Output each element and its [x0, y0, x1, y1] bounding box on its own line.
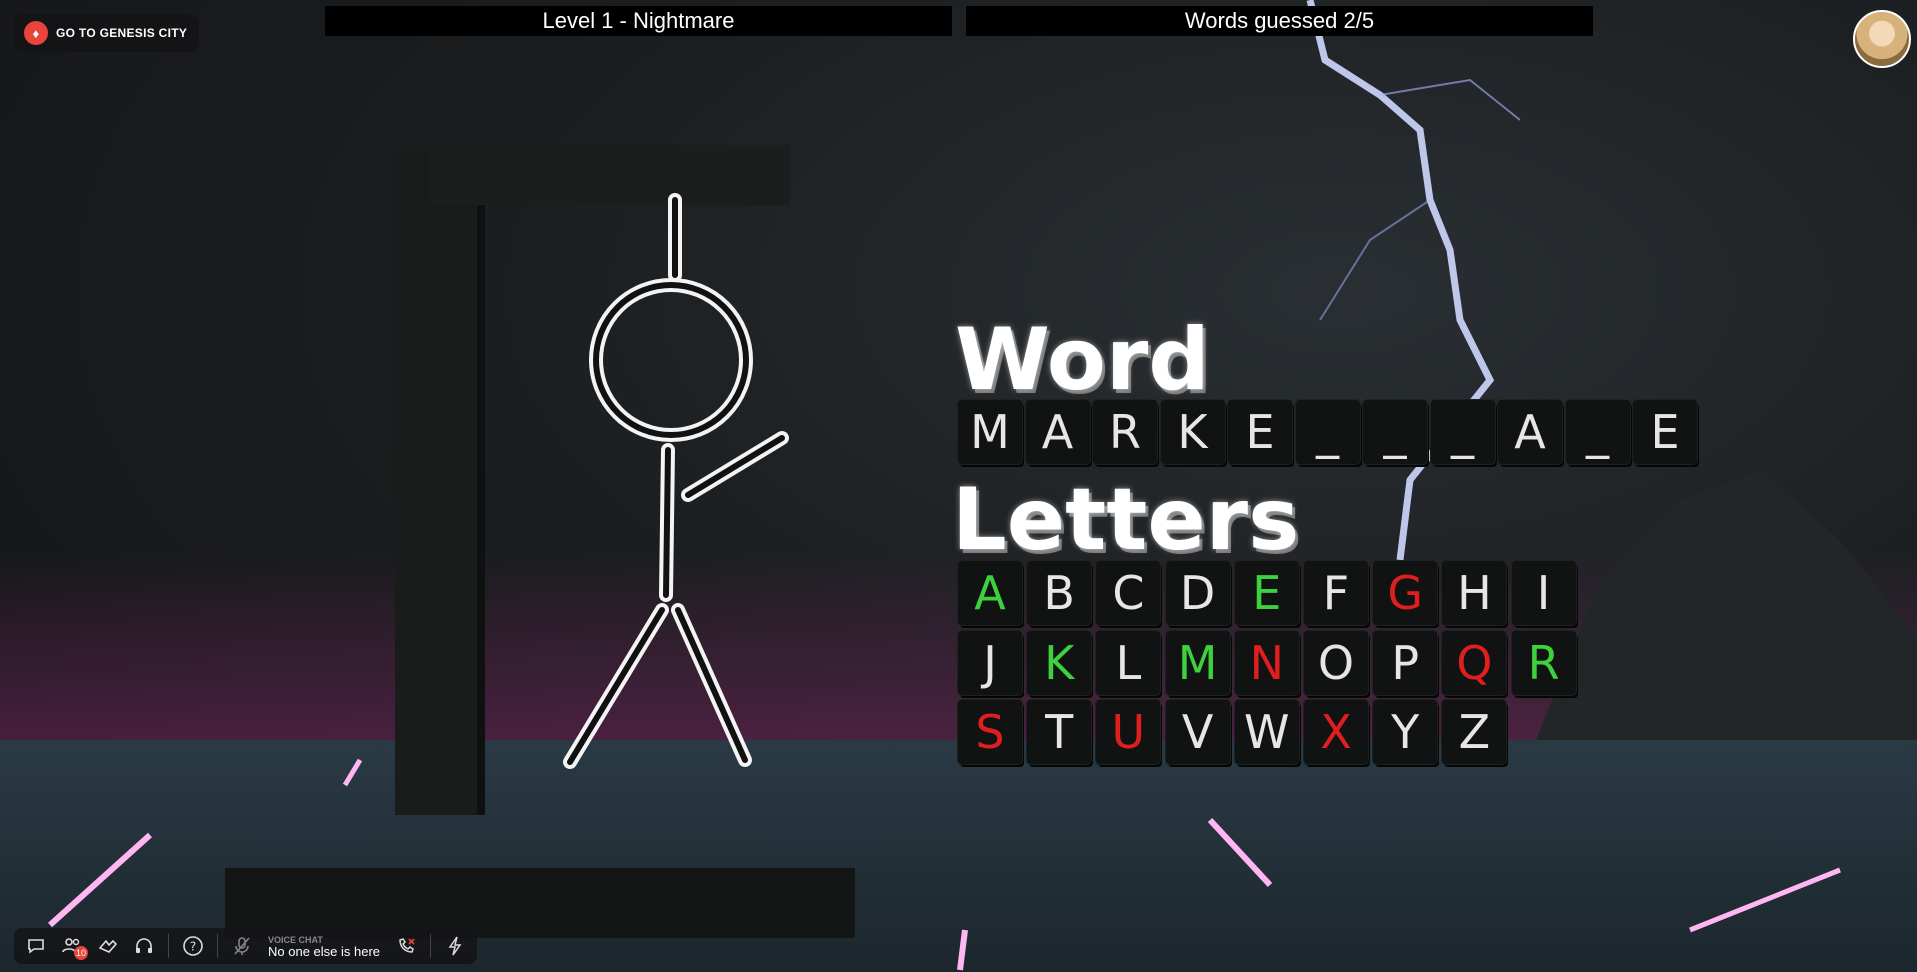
word-slot: _	[1565, 400, 1630, 464]
help-icon: ?	[183, 936, 203, 956]
word-slot: R	[1093, 400, 1157, 464]
letter-key-q[interactable]: Q	[1442, 631, 1507, 695]
toolbar-divider	[217, 934, 218, 958]
word-slot: _	[1363, 400, 1427, 464]
go-to-genesis-city-label: GO TO GENESIS CITY	[56, 26, 188, 40]
letter-key-f[interactable]: F	[1304, 561, 1368, 625]
letter-key-a[interactable]: A	[958, 561, 1022, 625]
word-heading: Word	[955, 310, 1210, 410]
lightning-icon	[448, 936, 462, 956]
friends-badge: 10	[74, 946, 88, 960]
letter-key-v[interactable]: V	[1165, 700, 1230, 764]
toolbar-divider	[430, 934, 432, 958]
user-avatar[interactable]	[1853, 10, 1911, 68]
end-call-button[interactable]	[390, 930, 422, 962]
letter-key-g[interactable]: G	[1373, 561, 1438, 625]
letter-key-l[interactable]: L	[1096, 631, 1161, 695]
microphone-button[interactable]	[226, 930, 258, 962]
letter-key-d[interactable]: D	[1165, 561, 1230, 625]
letter-key-w[interactable]: W	[1234, 700, 1299, 764]
letter-key-b[interactable]: B	[1027, 561, 1092, 625]
letter-key-n[interactable]: N	[1234, 631, 1299, 695]
word-slot: _	[1295, 400, 1360, 464]
letter-key-z[interactable]: Z	[1442, 700, 1507, 764]
letter-key-o[interactable]: O	[1304, 631, 1368, 695]
go-to-genesis-city-button[interactable]: ♦ GO TO GENESIS CITY	[14, 14, 200, 52]
hangman-figure	[563, 193, 789, 769]
letter-key-u[interactable]: U	[1096, 700, 1161, 764]
letter-key-r[interactable]: R	[1511, 631, 1576, 695]
emote-icon	[98, 939, 118, 953]
word-slot: K	[1160, 400, 1225, 464]
word-slot: E	[1228, 400, 1292, 464]
words-guessed-indicator: Words guessed 2/5	[966, 6, 1593, 36]
help-button[interactable]: ?	[177, 930, 209, 962]
gallows-post	[395, 150, 485, 815]
toolbar-divider	[168, 934, 169, 958]
word-slot: A	[1498, 400, 1562, 464]
friends-button[interactable]: 10	[56, 930, 88, 962]
chat-icon	[28, 939, 44, 954]
voice-chat-status: VOICE CHAT No one else is here	[268, 934, 380, 958]
emote-button[interactable]	[92, 930, 124, 962]
mic-off-icon	[234, 937, 250, 955]
level-indicator: Level 1 - Nightmare	[325, 6, 952, 36]
svg-text:?: ?	[190, 940, 196, 954]
letter-key-t[interactable]: T	[1027, 700, 1092, 764]
word-slot: M	[958, 400, 1022, 464]
genesis-city-icon: ♦	[24, 21, 48, 45]
audio-button[interactable]	[128, 930, 160, 962]
bottom-toolbar: 10 ? VOICE CHAT No one else is here	[14, 928, 478, 964]
letter-key-i[interactable]: I	[1511, 561, 1576, 625]
letter-key-c[interactable]: C	[1096, 561, 1161, 625]
headphones-icon	[136, 938, 152, 953]
quick-actions-button[interactable]	[439, 930, 471, 962]
letter-key-x[interactable]: X	[1304, 700, 1368, 764]
letter-key-e[interactable]: E	[1234, 561, 1299, 625]
word-slot: _	[1430, 400, 1495, 464]
letter-key-p[interactable]: P	[1373, 631, 1438, 695]
letter-key-s[interactable]: S	[958, 700, 1022, 764]
letter-key-m[interactable]: M	[1165, 631, 1230, 695]
letter-key-y[interactable]: Y	[1373, 700, 1438, 764]
letter-key-h[interactable]: H	[1442, 561, 1507, 625]
word-slot: A	[1025, 400, 1090, 464]
letter-key-j[interactable]: J	[958, 631, 1022, 695]
letters-heading: Letters	[952, 470, 1300, 570]
voice-chat-status-text: No one else is here	[268, 944, 381, 959]
word-slot: E	[1633, 400, 1697, 464]
chat-button[interactable]	[20, 930, 52, 962]
call-end-icon	[399, 938, 415, 953]
letter-key-k[interactable]: K	[1027, 631, 1092, 695]
lightning-bolt	[1306, 0, 1520, 561]
